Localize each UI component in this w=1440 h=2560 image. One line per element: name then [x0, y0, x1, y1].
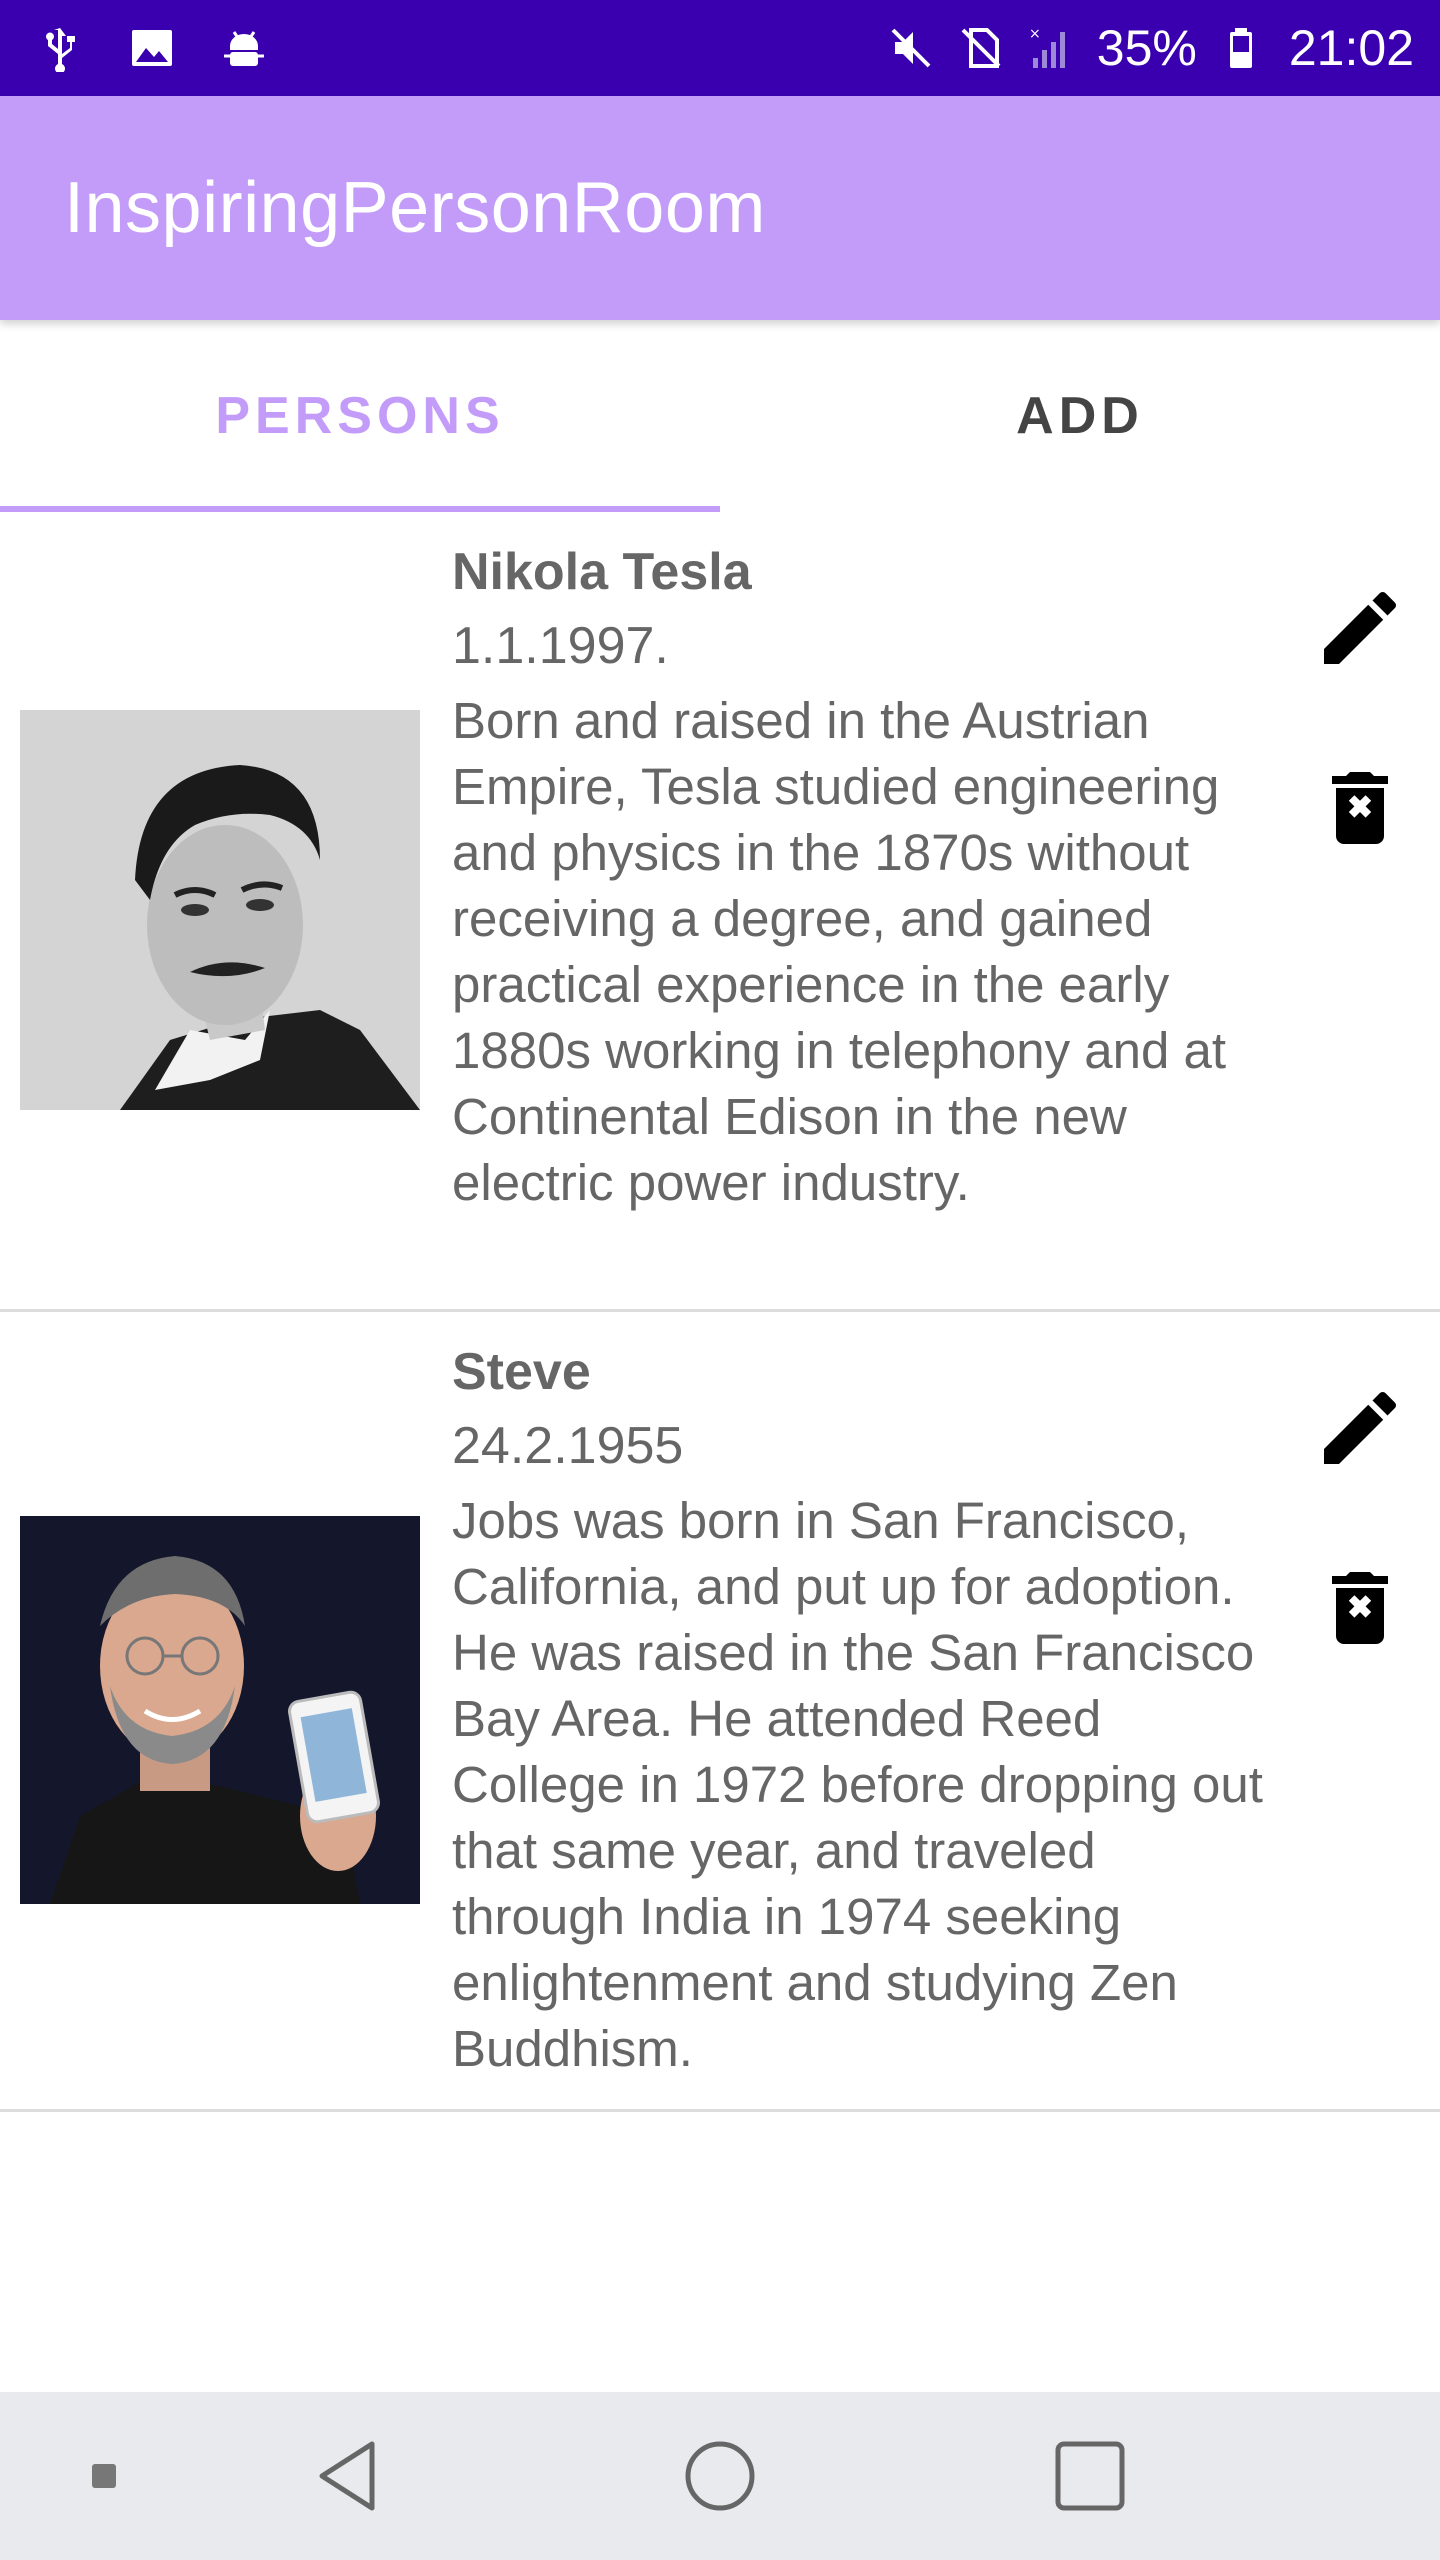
list-item[interactable]: Steve 24.2.1955 Jobs was born in San Fra… — [0, 1312, 1440, 2112]
status-left-icons — [36, 24, 268, 72]
dot-icon — [92, 2464, 116, 2488]
image-icon — [132, 30, 172, 66]
pencil-icon — [1324, 591, 1397, 664]
mute-icon — [891, 28, 931, 68]
portrait-photo — [20, 710, 420, 1110]
svg-text:×: × — [1029, 26, 1041, 42]
no-sim-icon — [961, 28, 1001, 68]
back-button[interactable] — [300, 2428, 400, 2524]
tab-persons[interactable]: PERSONS — [0, 320, 720, 512]
usb-icon — [46, 28, 75, 72]
tab-add[interactable]: ADD — [720, 320, 1440, 512]
person-details: Steve 24.2.1955 Jobs was born in San Fra… — [452, 1340, 1272, 2082]
person-name: Nikola Tesla — [452, 543, 752, 601]
delete-button[interactable] — [1304, 752, 1416, 864]
status-right: × 35% 21:02 — [887, 19, 1414, 77]
status-bar: × 35% 21:02 — [0, 0, 1440, 96]
home-button[interactable] — [670, 2428, 770, 2524]
person-date: 24.2.1955 — [452, 1417, 684, 1475]
pencil-icon — [1324, 1391, 1397, 1464]
person-list[interactable]: Nikola Tesla 1.1.1997. Born and raised i… — [0, 512, 1440, 2112]
battery-percent: 35% — [1096, 20, 1197, 76]
person-description: Jobs was born in San Francisco, Californ… — [452, 1492, 1263, 2077]
signal-icon: × — [1029, 26, 1065, 68]
clock: 21:02 — [1288, 20, 1414, 76]
tab-add-label: ADD — [1016, 387, 1144, 445]
person-photo — [20, 710, 420, 1110]
person-photo — [20, 1516, 420, 1904]
person-date: 1.1.1997. — [452, 617, 669, 675]
tab-bar: PERSONS ADD — [0, 320, 1440, 512]
portrait-photo — [20, 1516, 420, 1904]
home-icon — [685, 2441, 755, 2511]
battery-icon — [1229, 28, 1252, 68]
android-debug-icon — [224, 31, 264, 66]
edit-button[interactable] — [1304, 572, 1416, 684]
person-name: Steve — [452, 1343, 591, 1401]
person-description: Born and raised in the Austrian Empire, … — [452, 692, 1227, 1211]
app-bar: InspiringPersonRoom — [0, 96, 1440, 320]
edit-button[interactable] — [1304, 1372, 1416, 1484]
delete-forever-icon — [1332, 772, 1388, 844]
person-details: Nikola Tesla 1.1.1997. Born and raised i… — [452, 540, 1272, 1216]
recents-button[interactable] — [1040, 2428, 1140, 2524]
delete-button[interactable] — [1304, 1552, 1416, 1664]
app-title: InspiringPersonRoom — [64, 168, 766, 248]
back-icon — [319, 2441, 375, 2511]
recents-icon — [1055, 2441, 1125, 2511]
tab-persons-label: PERSONS — [215, 387, 505, 445]
list-item[interactable]: Nikola Tesla 1.1.1997. Born and raised i… — [0, 512, 1440, 1312]
navigation-bar — [0, 2392, 1440, 2560]
delete-forever-icon — [1332, 1572, 1388, 1644]
dot-button[interactable] — [76, 2448, 132, 2504]
